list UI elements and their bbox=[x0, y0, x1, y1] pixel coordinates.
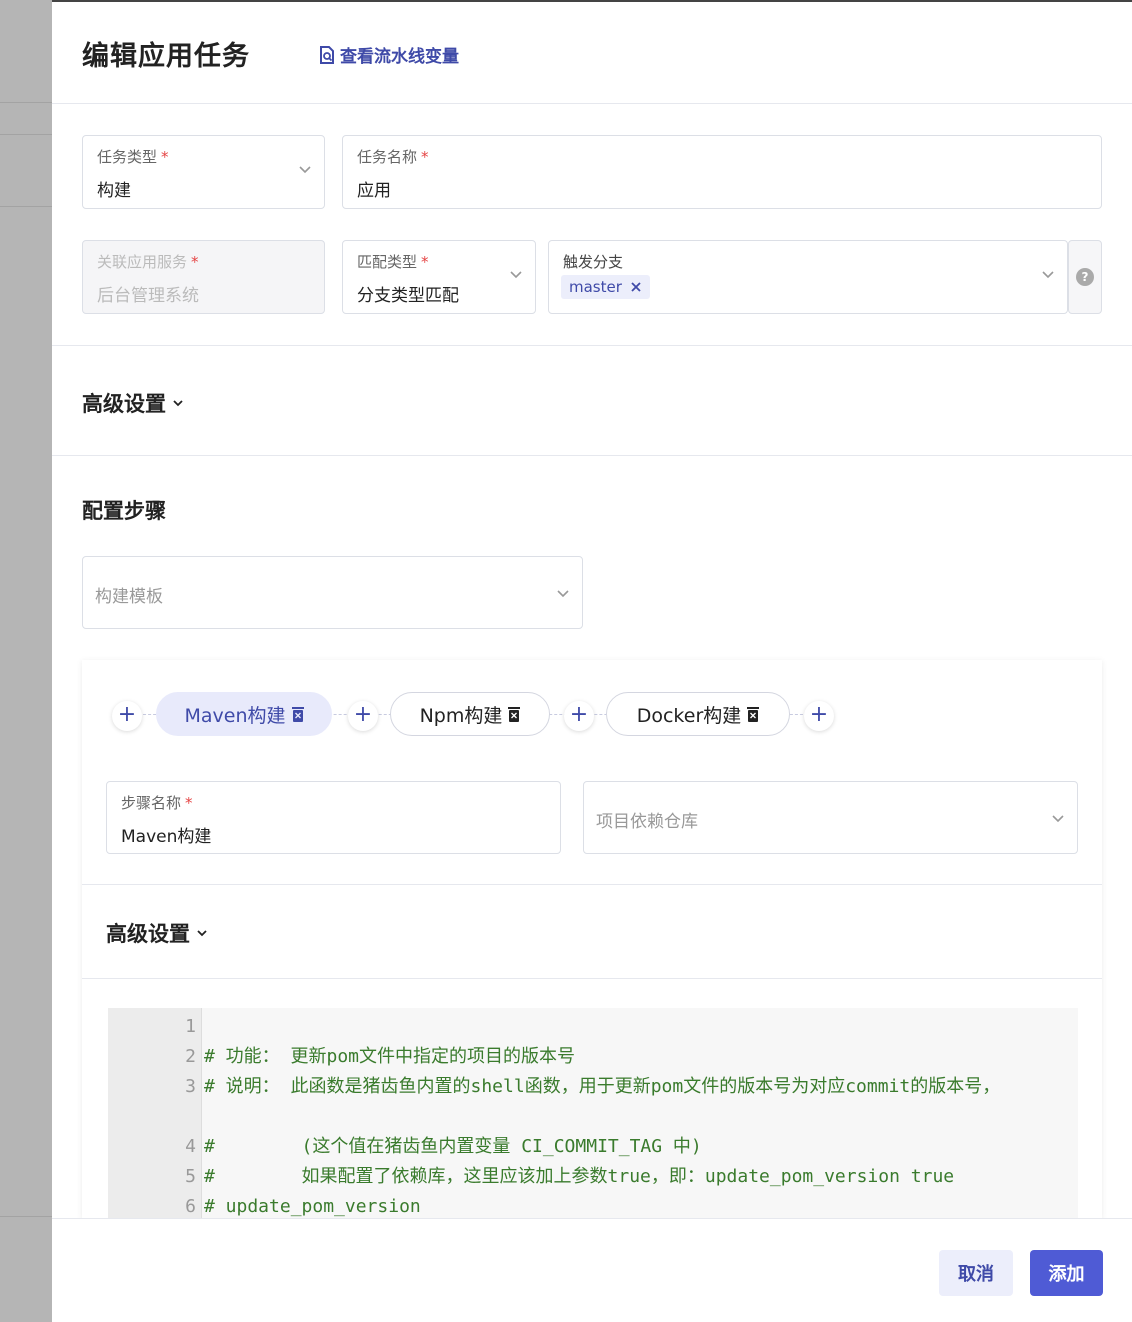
view-pipeline-variables-label: 查看流水线变量 bbox=[340, 47, 459, 67]
line-number: 4 bbox=[185, 1136, 196, 1157]
match-type-label: 匹配类型 * bbox=[357, 253, 429, 271]
section-divider bbox=[52, 455, 1132, 456]
backdrop-divider bbox=[0, 206, 52, 207]
config-steps-title-text: 配置步骤 bbox=[82, 499, 166, 523]
step-tab-docker[interactable]: Docker构建 bbox=[606, 692, 790, 736]
dependency-repo-placeholder: 项目依赖仓库 bbox=[596, 812, 698, 832]
drawer-footer: 取消 添加 bbox=[52, 1218, 1132, 1322]
advanced-settings-label: 高级设置 bbox=[82, 392, 166, 416]
step-name-label: 步骤名称 * bbox=[121, 794, 193, 812]
chevron-down-icon bbox=[173, 400, 183, 407]
step-advanced-settings-label: 高级设置 bbox=[106, 922, 190, 946]
edit-task-drawer: 编辑应用任务 查看流水线变量 任务类型 * 构建 任务名称 * 应用 关联应用服务 *… bbox=[52, 0, 1132, 1322]
advanced-settings-toggle[interactable]: 高级设置 bbox=[82, 388, 184, 418]
question-icon: ? bbox=[1076, 268, 1094, 286]
line-number: 2 bbox=[185, 1046, 196, 1067]
task-type-select[interactable]: 任务类型 * 构建 bbox=[82, 135, 325, 209]
card-divider bbox=[82, 884, 1102, 885]
step-name-value: Maven构建 bbox=[121, 827, 212, 847]
build-template-placeholder: 构建模板 bbox=[95, 587, 163, 607]
trash-icon[interactable] bbox=[508, 706, 521, 722]
code-text: # 说明： 此函数是猪齿鱼内置的shell函数，用于更新pom文件的版本号为对应… bbox=[204, 1076, 1001, 1097]
backdrop-divider bbox=[0, 134, 52, 135]
step-tab-label: Npm构建 bbox=[419, 704, 503, 727]
match-type-value: 分支类型匹配 bbox=[357, 286, 459, 306]
service-label: 关联应用服务 * bbox=[97, 253, 199, 271]
document-search-icon bbox=[320, 45, 334, 64]
view-pipeline-variables-link[interactable]: 查看流水线变量 bbox=[318, 42, 459, 67]
close-icon[interactable] bbox=[630, 281, 642, 293]
match-type-select[interactable]: 匹配类型 * 分支类型匹配 bbox=[342, 240, 536, 314]
chevron-down-icon bbox=[1042, 271, 1054, 279]
code-text: # 功能： 更新pom文件中指定的项目的版本号 bbox=[204, 1046, 576, 1067]
chevron-down-icon bbox=[1052, 815, 1064, 823]
step-tab-npm[interactable]: Npm构建 bbox=[390, 692, 550, 736]
script-editor[interactable]: 1 2 # 功能： 更新pom文件中指定的项目的版本号 3 # 说明： 此函数是… bbox=[108, 1008, 1078, 1220]
trash-icon[interactable] bbox=[747, 706, 760, 722]
trigger-branch-label: 触发分支 bbox=[563, 253, 624, 271]
card-divider bbox=[82, 978, 1102, 979]
build-template-select[interactable]: 构建模板 bbox=[82, 556, 583, 629]
config-steps-title: 配置步骤 bbox=[82, 495, 166, 525]
step-tab-maven[interactable]: Maven构建 bbox=[156, 692, 332, 736]
trigger-branch-select[interactable]: 触发分支 master bbox=[548, 240, 1068, 314]
line-number: 1 bbox=[185, 1016, 196, 1037]
line-number: 5 bbox=[185, 1166, 196, 1187]
code-text: # (这个值在猪齿鱼内置变量 CI_COMMIT_TAG 中) bbox=[204, 1136, 702, 1157]
task-name-field[interactable]: 任务名称 * 应用 bbox=[342, 135, 1102, 209]
add-step-button[interactable]: + bbox=[804, 701, 834, 731]
service-value: 后台管理系统 bbox=[97, 286, 199, 306]
cancel-button[interactable]: 取消 bbox=[939, 1250, 1013, 1296]
branch-chip: master bbox=[561, 275, 650, 299]
chevron-down-icon bbox=[299, 166, 311, 174]
chevron-down-icon bbox=[510, 271, 522, 279]
line-number: 6 bbox=[185, 1196, 196, 1217]
task-type-label: 任务类型 * bbox=[97, 148, 169, 166]
add-button[interactable]: 添加 bbox=[1030, 1250, 1103, 1296]
add-step-button[interactable]: + bbox=[348, 701, 378, 731]
line-number: 3 bbox=[185, 1076, 196, 1097]
step-flow: + Maven构建 + Npm构建 + Docker构建 + bbox=[108, 692, 868, 738]
code-text: # 如果配置了依赖库，这里应该加上参数true，即：update_pom_ver… bbox=[204, 1166, 955, 1187]
step-tab-label: Maven构建 bbox=[184, 704, 286, 727]
branch-help-button[interactable]: ? bbox=[1068, 240, 1102, 314]
modal-backdrop[interactable] bbox=[0, 0, 52, 1322]
task-name-value: 应用 bbox=[357, 181, 391, 201]
code-text: # update_pom_version bbox=[204, 1196, 421, 1217]
trash-icon[interactable] bbox=[291, 706, 304, 722]
task-name-label: 任务名称 * bbox=[357, 148, 429, 166]
backdrop-divider bbox=[0, 102, 52, 103]
step-tab-label: Docker构建 bbox=[636, 704, 742, 727]
task-type-value: 构建 bbox=[97, 181, 131, 201]
add-step-button[interactable]: + bbox=[564, 701, 594, 731]
add-step-button[interactable]: + bbox=[112, 701, 142, 731]
chevron-down-icon bbox=[197, 930, 207, 937]
step-name-field[interactable]: 步骤名称 * Maven构建 bbox=[106, 781, 561, 854]
backdrop-divider bbox=[0, 1216, 52, 1217]
service-field: 关联应用服务 * 后台管理系统 bbox=[82, 240, 325, 314]
step-advanced-settings-toggle[interactable]: 高级设置 bbox=[106, 918, 208, 948]
section-divider bbox=[52, 345, 1132, 346]
chevron-down-icon bbox=[557, 590, 569, 598]
drawer-title: 编辑应用任务 bbox=[82, 41, 250, 72]
drawer-header: 编辑应用任务 查看流水线变量 bbox=[52, 2, 1132, 104]
step-config-card: + Maven构建 + Npm构建 + Docker构建 + 步骤名称 * Mav… bbox=[82, 660, 1102, 1220]
branch-chip-label: master bbox=[569, 278, 622, 296]
dependency-repo-select[interactable]: 项目依赖仓库 bbox=[583, 781, 1078, 854]
